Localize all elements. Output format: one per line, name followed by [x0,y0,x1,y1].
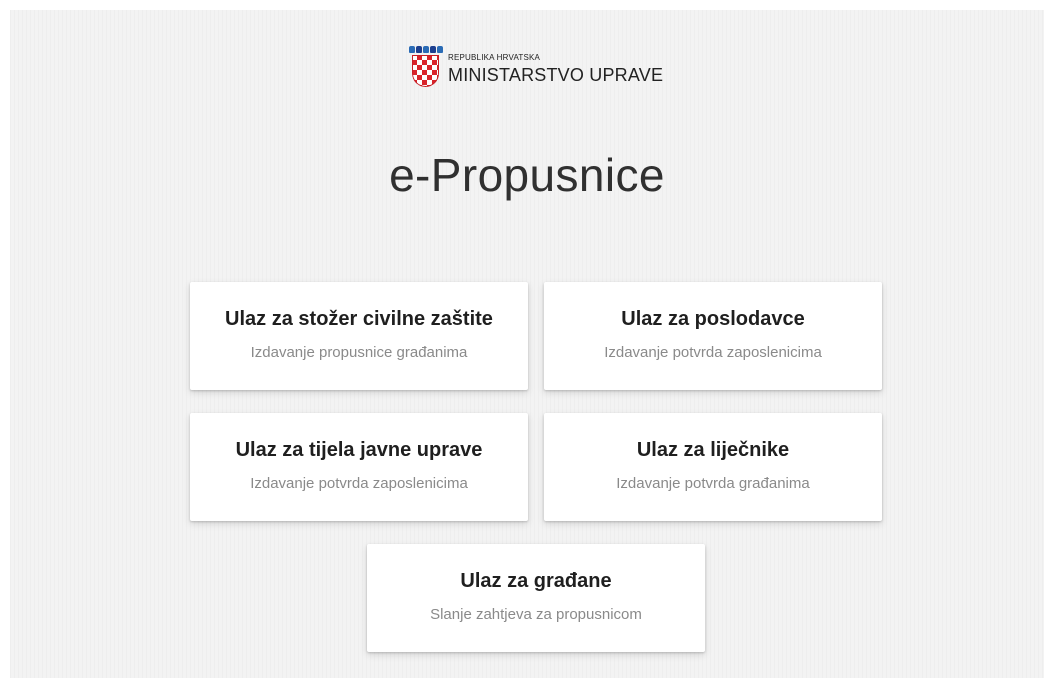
entry-card-title: Ulaz za poslodavce [621,308,805,330]
entry-card-subtitle: Izdavanje potvrda zaposlenicima [250,475,468,492]
ministry-logo[interactable]: REPUBLIKA HRVATSKA MINISTARSTVO UPRAVE [408,46,663,94]
entry-card-citizens[interactable]: Ulaz za građane Slanje zahtjeva za propu… [367,544,705,652]
entry-card-subtitle: Izdavanje potvrda građanima [616,475,810,492]
entry-card-subtitle: Slanje zahtjeva za propusnicom [430,606,642,623]
crown-icon [409,46,443,53]
entry-card-subtitle: Izdavanje propusnice građanima [250,344,468,361]
entry-card-civil-protection[interactable]: Ulaz za stožer civilne zaštite Izdavanje… [190,282,528,390]
entry-card-public-administration[interactable]: Ulaz za tijela javne uprave Izdavanje po… [190,413,528,521]
entry-card-doctors[interactable]: Ulaz za liječnike Izdavanje potvrda građ… [544,413,882,521]
logo-ministry-label: MINISTARSTVO UPRAVE [448,65,664,85]
entry-card-employers[interactable]: Ulaz za poslodavce Izdavanje potvrda zap… [544,282,882,390]
logo-country-label: REPUBLIKA HRVATSKA [448,53,541,62]
entry-card-title: Ulaz za građane [460,570,612,592]
page-background: REPUBLIKA HRVATSKA MINISTARSTVO UPRAVE e… [10,10,1044,678]
page-title: e-Propusnice [389,149,665,201]
entry-card-title: Ulaz za liječnike [636,439,790,461]
entry-card-title: Ulaz za stožer civilne zaštite [225,308,493,330]
croatian-coat-of-arms-icon [408,46,446,94]
entry-card-title: Ulaz za tijela javne uprave [235,439,483,461]
checkerboard-shield-icon [412,55,439,87]
entry-card-subtitle: Izdavanje potvrda zaposlenicima [604,344,822,361]
